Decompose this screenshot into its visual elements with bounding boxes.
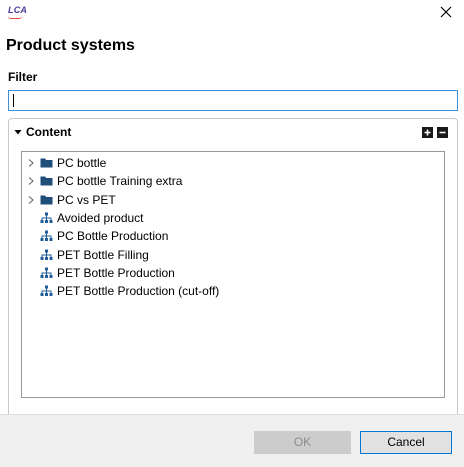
close-icon [440,6,452,18]
chevron-right-icon[interactable] [28,177,34,186]
tree-item-label: PC bottle Training extra [57,174,183,189]
tree-item[interactable]: PC vs PET [22,191,444,209]
folder-icon [40,158,53,168]
tree-item[interactable]: PC bottle Training extra [22,172,444,190]
tree-item[interactable]: PET Bottle Production (cut-off) [22,282,444,300]
folder-icon [40,195,53,205]
close-button[interactable] [438,4,454,20]
tree-item-label: PET Bottle Production (cut-off) [57,284,220,299]
app-logo-swoosh [8,16,22,19]
tree-item[interactable]: PC Bottle Production [22,227,444,245]
tree-item[interactable]: PET Bottle Production [22,264,444,282]
collapse-all-icon[interactable] [437,127,448,138]
tree-item-label: PC Bottle Production [57,229,169,244]
title-bar: LCA [0,0,464,24]
tree-item-label: PET Bottle Production [57,265,175,280]
product-system-icon [40,249,53,260]
product-system-icon [40,285,53,297]
tree-item[interactable]: PC bottle [22,154,444,172]
collapse-section-icon[interactable] [14,128,22,136]
product-system-icon [40,230,53,242]
chevron-right-icon[interactable] [28,195,34,204]
expand-all-icon[interactable] [422,127,433,138]
product-system-icon [40,212,53,223]
filter-input[interactable] [8,90,458,111]
app-logo: LCA [8,5,28,15]
filter-label: Filter [8,70,38,84]
tree-item-label: PC vs PET [57,192,116,207]
page-title: Product systems [6,37,135,54]
tree-item-label: Avoided product [57,210,144,225]
tree-item-label: PC bottle [57,156,107,170]
navigation-tree[interactable]: PC bottle PC bottle Training extra PC vs P… [21,151,445,398]
tree-item-label: PET Bottle Filling [57,247,149,262]
content-section-header[interactable]: Content [9,119,457,145]
section-title: Content [26,125,72,139]
tree-item[interactable]: PET Bottle Filling [22,246,444,264]
text-caret [13,94,14,107]
chevron-right-icon[interactable] [28,159,34,167]
folder-icon [40,176,53,186]
product-system-icon [40,267,53,278]
ok-button[interactable]: OK [254,431,351,454]
cancel-button[interactable]: Cancel [360,431,452,454]
tree-item[interactable]: Avoided product [22,209,444,227]
